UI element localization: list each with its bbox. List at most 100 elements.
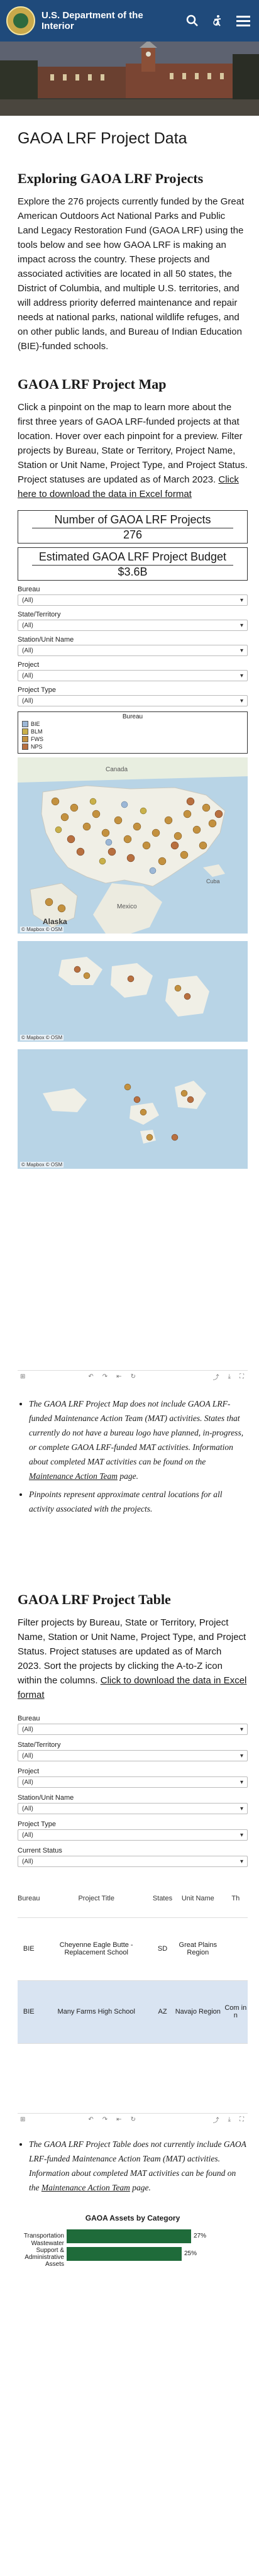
refresh-icon[interactable]: ↻ [131, 1373, 136, 1380]
filter-label: Project Type [18, 1820, 56, 1828]
chart-category-label: Transportation [23, 2233, 64, 2239]
table-whitespace [18, 2044, 248, 2113]
blm-swatch [22, 728, 28, 735]
page-title: GAOA LRF Project Data [18, 130, 187, 147]
filter-label: State/Territory [18, 1741, 61, 1749]
table-row[interactable]: BIE Many Farms High School AZ Navajo Reg… [18, 1980, 248, 2044]
legend-label: BLM [31, 728, 43, 735]
legend-item[interactable]: FWS [22, 735, 243, 743]
main-us-map[interactable]: Canada Mexico Alaska Cuba © Mapbox © OSM [18, 757, 248, 934]
project-count-value: 276 [32, 528, 233, 542]
hero-image-independence-hall [0, 42, 259, 116]
tableau-logo-icon[interactable]: ⊞ [20, 2116, 25, 2123]
map-credit[interactable]: © Mapbox © OSM [20, 927, 64, 932]
table-filter-type: Project Type (All) ▾ [18, 1820, 248, 1841]
table-cell: AZ [152, 1980, 173, 2044]
chevron-down-icon: ▾ [240, 1805, 243, 1812]
table-cell: Many Farms High School [40, 1980, 153, 2044]
column-header[interactable]: Bureau [18, 1880, 40, 1918]
bureau-select[interactable]: (All) ▾ [18, 594, 248, 606]
select-value: (All) [22, 1858, 33, 1865]
note-text: The GAOA LRF Project Map does not includ… [29, 1399, 244, 1466]
fws-swatch [22, 736, 28, 742]
select-value: (All) [22, 1726, 33, 1733]
select-value: (All) [22, 1805, 33, 1812]
accessibility-icon[interactable] [211, 14, 224, 27]
filter-label: Project [18, 661, 40, 669]
status-select[interactable]: (All) ▾ [18, 1856, 248, 1867]
legend-item[interactable]: BLM [22, 728, 243, 735]
share-icon[interactable]: ⤴ [213, 1372, 219, 1381]
map-label-mexico: Mexico [117, 903, 137, 910]
project-budget-label: Estimated GAOA LRF Project Budget [38, 550, 227, 563]
download-icon[interactable]: ⤓ [228, 1373, 231, 1380]
project-select[interactable]: (All) ▾ [18, 1776, 248, 1788]
bureau-select[interactable]: (All) ▾ [18, 1724, 248, 1735]
project-type-select[interactable]: (All) ▾ [18, 695, 248, 706]
project-count-label: Number of GAOA LRF Projects [54, 513, 211, 526]
map-credit[interactable]: © Mapbox © OSM [20, 1035, 64, 1040]
search-icon[interactable] [186, 14, 199, 27]
redo-icon[interactable]: ↷ [102, 2116, 107, 2123]
select-value: (All) [22, 697, 33, 705]
menu-icon[interactable] [236, 14, 250, 27]
column-header[interactable]: Th [223, 1880, 248, 1918]
undo-icon[interactable]: ↶ [88, 2116, 93, 2123]
revert-icon[interactable]: ⇤ [116, 2116, 121, 2123]
map-filter-bureau: Bureau (All) ▾ [18, 586, 248, 606]
project-budget-card: Estimated GAOA LRF Project Budget $3.6B [18, 547, 248, 581]
legend-title: Bureau [122, 713, 143, 720]
chart-bar[interactable] [67, 2246, 182, 2261]
inset-map-hawaii[interactable]: © Mapbox © OSM [18, 941, 248, 1042]
fullscreen-icon[interactable]: ⛶ [240, 1373, 244, 1380]
tableau-logo-icon[interactable]: ⊞ [20, 1373, 25, 1380]
undo-icon[interactable]: ↶ [88, 1373, 93, 1380]
column-header[interactable]: States [152, 1880, 173, 1918]
download-icon[interactable]: ⤓ [228, 2116, 231, 2123]
fullscreen-icon[interactable]: ⛶ [240, 2116, 244, 2123]
column-header[interactable]: Project Title [40, 1880, 153, 1918]
column-header[interactable]: Unit Name [172, 1880, 224, 1918]
legend-item[interactable]: BIE [22, 720, 243, 728]
revert-icon[interactable]: ⇤ [116, 1373, 121, 1380]
state-select[interactable]: (All) ▾ [18, 620, 248, 631]
table-filter-station: Station/Unit Name (All) ▾ [18, 1794, 248, 1814]
map-credit[interactable]: © Mapbox © OSM [20, 1162, 64, 1168]
refresh-icon[interactable]: ↻ [131, 2116, 136, 2123]
table-cell: Cheyenne Eagle Butte - Replacement Schoo… [40, 1917, 153, 1981]
table-filter-state: State/Territory (All) ▾ [18, 1741, 248, 1761]
filter-label: Project Type [18, 686, 56, 694]
project-select[interactable]: (All) ▾ [18, 670, 248, 681]
chart-bar-row[interactable]: Wastewater Support & Administrative Asse… [18, 2240, 248, 2268]
station-select[interactable]: (All) ▾ [18, 645, 248, 656]
redo-icon[interactable]: ↷ [102, 1373, 107, 1380]
chevron-down-icon: ▾ [240, 1778, 243, 1786]
legend-item[interactable]: NPS [22, 743, 243, 750]
project-type-select[interactable]: (All) ▾ [18, 1829, 248, 1841]
tableau-toolbar: ⊞ ↶ ↷ ⇤ ↻ ⤴ ⤓ ⛶ [18, 1370, 248, 1383]
table-cell [223, 1917, 248, 1981]
select-value: (All) [22, 622, 33, 629]
filter-label: Current Status [18, 1847, 62, 1854]
project-budget-value: $3.6B [32, 565, 233, 579]
agency-name[interactable]: U.S. Department of the Interior [41, 10, 167, 31]
map-label-cuba: Cuba [206, 878, 220, 884]
maintenance-action-team-link[interactable]: Maintenance Action Team [29, 1471, 118, 1481]
table-heading: GAOA LRF Project Table [18, 1592, 171, 1607]
note-text: Pinpoints represent approximate central … [29, 1490, 223, 1514]
select-value: (All) [22, 647, 33, 654]
select-value: (All) [22, 1831, 33, 1839]
chart-bar[interactable] [67, 2229, 191, 2243]
chevron-down-icon: ▾ [240, 1752, 243, 1759]
table-cell: Navajo Region [172, 1980, 224, 2044]
doi-seal-logo[interactable] [6, 6, 35, 35]
map-note-pinpoints: Pinpoints represent approximate central … [29, 1487, 248, 1516]
table-row[interactable]: BIE Cheyenne Eagle Butte - Replacement S… [18, 1917, 248, 1981]
inset-map-territories[interactable]: © Mapbox © OSM [18, 1049, 248, 1169]
maintenance-action-team-link[interactable]: Maintenance Action Team [41, 2183, 130, 2192]
state-select[interactable]: (All) ▾ [18, 1750, 248, 1761]
station-select[interactable]: (All) ▾ [18, 1803, 248, 1814]
project-table-dashboard: Bureau (All) ▾ State/Territory (All) ▾ Pro… [18, 1715, 248, 2126]
table-cell: Great Plains Region [172, 1917, 224, 1981]
share-icon[interactable]: ⤴ [213, 2115, 219, 2124]
